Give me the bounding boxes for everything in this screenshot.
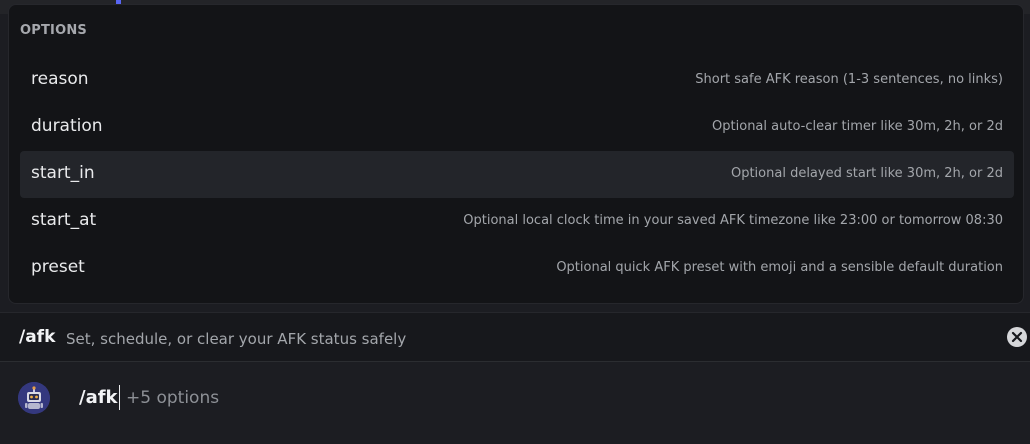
command-name: /afk <box>19 327 56 347</box>
option-reason[interactable]: reason Short safe AFK reason (1-3 senten… <box>20 57 1014 104</box>
option-description: Optional auto-clear timer like 30m, 2h, … <box>712 119 1003 134</box>
close-circle-icon <box>1011 331 1023 343</box>
message-input-area[interactable]: /afk +5 options <box>0 362 1030 444</box>
avatar[interactable] <box>18 382 50 414</box>
option-description: Optional local clock time in your saved … <box>463 213 1003 228</box>
option-description: Optional quick AFK preset with emoji and… <box>556 260 1003 275</box>
options-header: OPTIONS <box>20 23 87 38</box>
input-command: /afk <box>79 387 118 408</box>
input-options-hint: +5 options <box>126 388 220 408</box>
option-start-at[interactable]: start_at Optional local clock time in yo… <box>20 198 1014 245</box>
option-name: reason <box>31 69 89 89</box>
option-description: Optional delayed start like 30m, 2h, or … <box>730 166 1003 181</box>
option-start-in[interactable]: start_in Optional delayed start like 30m… <box>20 151 1014 198</box>
command-description: Set, schedule, or clear your AFK status … <box>66 330 407 348</box>
option-name: duration <box>31 116 103 136</box>
text-caret <box>119 385 120 410</box>
option-preset[interactable]: preset Optional quick AFK preset with em… <box>20 245 1014 292</box>
option-name: start_in <box>31 163 95 183</box>
command-description-bar: /afk Set, schedule, or clear your AFK st… <box>0 312 1030 362</box>
robot-avatar-icon <box>18 382 50 414</box>
option-description: Short safe AFK reason (1-3 sentences, no… <box>695 72 1003 87</box>
option-name: preset <box>31 257 85 277</box>
option-duration[interactable]: duration Optional auto-clear timer like … <box>20 104 1014 151</box>
close-command-button[interactable] <box>1007 327 1027 347</box>
option-name: start_at <box>31 210 97 230</box>
options-autocomplete-popup: OPTIONS reason Short safe AFK reason (1-… <box>8 4 1024 304</box>
